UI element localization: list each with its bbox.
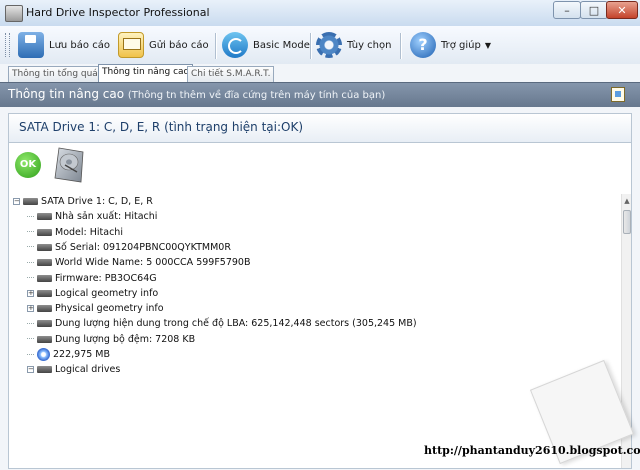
tree-item-label: SATA Drive 1: C, D, E, R xyxy=(41,196,153,207)
basic-mode-icon xyxy=(222,32,248,58)
drive-title: SATA Drive 1: C, D, E, R (tình trạng hiệ… xyxy=(19,120,304,134)
gear-icon xyxy=(316,32,342,58)
section-subtitle: (Thông tn thêm về đĩa cứng trên máy tính… xyxy=(127,90,386,101)
tree-item[interactable]: − Logical drives xyxy=(27,362,120,377)
tree-connector xyxy=(27,215,34,218)
title-bar: Hard Drive Inspector Professional – □ ✕ xyxy=(0,0,640,27)
close-button[interactable]: ✕ xyxy=(606,1,638,19)
scroll-thumb[interactable] xyxy=(623,210,631,234)
tab-smart-details[interactable]: Chi tiết S.M.A.R.T. xyxy=(187,66,275,82)
drive-icon xyxy=(37,335,52,343)
send-report-button[interactable]: Gửi báo cáo xyxy=(118,29,209,61)
tree-item[interactable]: World Wide Name: 5 000CCA 599F5790B xyxy=(27,255,250,270)
tree-item[interactable]: Nhà sản xuất: Hitachi xyxy=(27,209,157,224)
scroll-up-icon[interactable]: ▲ xyxy=(622,194,631,208)
hard-drive-icon xyxy=(54,147,84,183)
watermark-url: http://phantanduy2610.blogspot.com/ xyxy=(424,444,640,457)
tree-item[interactable]: Số Serial: 091204PBNC00QYKTMM0R xyxy=(27,240,231,255)
tree-connector xyxy=(27,261,34,264)
drive-icon xyxy=(37,305,52,313)
tree-item-label: 222,975 MB xyxy=(53,349,111,360)
tab-general-info[interactable]: Thông tin tổng quát xyxy=(8,66,106,82)
drive-icon xyxy=(23,198,38,205)
section-title-text: Thông tin nâng cao xyxy=(8,87,125,101)
tree-item[interactable]: Dung lượng hiện dung trong chế độ LBA: 6… xyxy=(27,316,417,331)
toolbar-separator xyxy=(400,33,402,59)
tree-item-label: Dung lượng bộ đệm: 7208 KB xyxy=(55,333,196,345)
tree-item[interactable]: + Logical geometry info xyxy=(27,286,158,301)
tree-item[interactable]: Model: Hitachi xyxy=(27,225,123,240)
drive-icon xyxy=(37,274,52,282)
tree-item-label: World Wide Name: 5 000CCA 599F5790B xyxy=(55,257,251,269)
tree-item[interactable]: Firmware: PB3OC64G xyxy=(27,271,157,286)
tree-item-label: Model: Hitachi xyxy=(55,226,123,238)
help-label: Trợ giúp xyxy=(441,39,481,51)
tree-item-label: Physical geometry info xyxy=(55,303,164,315)
tree-item-label: Số Serial: 091204PBNC00QYKTMM0R xyxy=(55,241,231,253)
toolbar-separator xyxy=(310,33,312,59)
tree-connector xyxy=(27,246,34,248)
send-report-label: Gửi báo cáo xyxy=(149,39,209,51)
tree-connector xyxy=(27,277,34,279)
toolbar-grip[interactable] xyxy=(5,33,10,57)
drive-icon xyxy=(37,243,52,251)
maximize-button[interactable]: □ xyxy=(580,1,608,19)
tree-connector xyxy=(27,322,34,325)
expand-icon[interactable]: + xyxy=(27,305,34,313)
window-title: Hard Drive Inspector Professional xyxy=(26,6,210,19)
send-report-icon xyxy=(118,32,144,58)
tree-connector xyxy=(27,338,34,340)
minimize-button[interactable]: – xyxy=(553,1,581,19)
drive-icon xyxy=(37,320,52,328)
tree-item-label: Firmware: PB3OC64G xyxy=(55,272,157,284)
section-header: Thông tin nâng cao (Thông tn thêm về đĩa… xyxy=(0,82,640,107)
expand-icon[interactable]: + xyxy=(27,289,34,297)
app-window: Hard Drive Inspector Professional – □ ✕ … xyxy=(0,0,640,470)
save-report-icon xyxy=(18,32,44,58)
help-button[interactable]: ? Trợ giúp ▼ xyxy=(410,29,491,61)
basic-mode-label: Basic Mode xyxy=(253,39,310,51)
export-icon[interactable] xyxy=(611,87,625,102)
drive-icon xyxy=(37,366,52,374)
tab-strip: Thông tin tổng quát Thông tin nâng cao C… xyxy=(0,64,640,82)
drive-info-tree[interactable]: − SATA Drive 1: C, D, E, R Nhà sản xuất: H… xyxy=(13,194,613,466)
drive-header: SATA Drive 1: C, D, E, R (tình trạng hiệ… xyxy=(9,114,631,143)
basic-mode-button[interactable]: Basic Mode xyxy=(222,29,310,61)
section-title: Thông tin nâng cao (Thông tn thêm về đĩa… xyxy=(8,87,385,101)
save-report-button[interactable]: Lưu báo cáo xyxy=(18,29,110,61)
options-button[interactable]: Tùy chọn xyxy=(316,29,391,61)
tree-connector xyxy=(27,353,34,356)
drive-icon xyxy=(37,259,52,267)
help-icon: ? xyxy=(410,32,436,58)
tree-connector xyxy=(27,231,34,233)
tree-item-label: Nhà sản xuất: Hitachi xyxy=(55,211,158,223)
drive-icon xyxy=(37,213,52,221)
drive-icon xyxy=(37,228,52,236)
tree-item-label: Logical geometry info xyxy=(55,287,159,299)
disc-icon xyxy=(37,348,50,361)
drive-icon xyxy=(37,289,52,297)
tree-item[interactable]: + Physical geometry info xyxy=(27,301,164,316)
save-report-label: Lưu báo cáo xyxy=(49,39,110,51)
toolbar: Lưu báo cáo Gửi báo cáo Basic Mode Tùy c… xyxy=(0,26,640,65)
tree-item-label: Logical drives xyxy=(55,364,121,376)
tab-advanced-info[interactable]: Thông tin nâng cao xyxy=(98,64,194,82)
chevron-down-icon: ▼ xyxy=(484,40,492,50)
content-panel: SATA Drive 1: C, D, E, R (tình trạng hiệ… xyxy=(8,113,632,469)
options-label: Tùy chọn xyxy=(347,39,392,51)
app-icon xyxy=(5,5,23,22)
collapse-icon[interactable]: − xyxy=(13,198,20,205)
tree-item[interactable]: − SATA Drive 1: C, D, E, R xyxy=(13,194,153,209)
collapse-icon[interactable]: − xyxy=(27,366,34,374)
toolbar-separator xyxy=(215,33,217,59)
tree-item[interactable]: 222,975 MB xyxy=(27,347,110,362)
tree-item[interactable]: Dung lượng bộ đệm: 7208 KB xyxy=(27,332,195,347)
status-ok-icon: OK xyxy=(15,152,41,178)
tree-item-label: Dung lượng hiện dung trong chế độ LBA: 6… xyxy=(55,318,417,330)
